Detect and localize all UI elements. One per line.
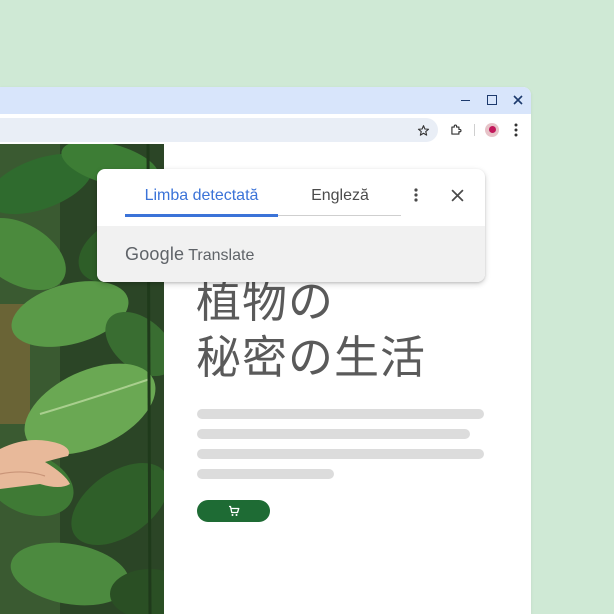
more-vert-icon[interactable] bbox=[407, 186, 425, 204]
minimize-icon[interactable] bbox=[458, 93, 472, 107]
star-glyph bbox=[417, 124, 429, 136]
headline-line-1: 植物の bbox=[196, 275, 335, 328]
headline-line-2: 秘密の生活 bbox=[196, 331, 427, 384]
text-placeholder-line bbox=[197, 429, 470, 439]
active-tab-indicator bbox=[125, 214, 278, 217]
close-glyph bbox=[450, 188, 464, 202]
close-icon[interactable] bbox=[511, 93, 525, 107]
translate-popup: Limba detectată Engleză Google Translate bbox=[97, 169, 485, 282]
extensions-puzzle-icon[interactable] bbox=[447, 121, 465, 139]
shopping-cart-icon bbox=[228, 505, 239, 516]
close-glyph bbox=[513, 95, 523, 105]
kebab-glyph bbox=[414, 188, 418, 202]
title-bar bbox=[0, 87, 531, 114]
profile-avatar[interactable] bbox=[483, 121, 501, 139]
maximize-icon[interactable] bbox=[485, 93, 499, 107]
star-icon[interactable] bbox=[414, 121, 432, 139]
puzzle-glyph bbox=[451, 124, 462, 135]
brand-google: Google bbox=[125, 244, 185, 264]
browser-window: 植物の 秘密の生活 bbox=[0, 87, 531, 614]
text-placeholder-line bbox=[197, 469, 334, 479]
browser-toolbar bbox=[0, 114, 531, 146]
kebab-glyph bbox=[514, 123, 518, 137]
translate-footer: Google Translate bbox=[97, 226, 485, 282]
brand-translate: Translate bbox=[188, 247, 255, 264]
address-bar[interactable] bbox=[0, 118, 438, 142]
avatar bbox=[485, 123, 499, 137]
text-placeholder-line bbox=[197, 409, 484, 419]
google-translate-brand: Google Translate bbox=[125, 244, 254, 264]
tab-detected-language[interactable]: Limba detectată bbox=[125, 186, 278, 206]
tab-english[interactable]: Engleză bbox=[279, 186, 401, 206]
page-headline: 植物の 秘密の生活 bbox=[196, 274, 496, 386]
more-vert-icon[interactable] bbox=[507, 121, 525, 139]
text-placeholder-line bbox=[197, 449, 484, 459]
add-to-cart-button[interactable] bbox=[197, 500, 270, 522]
close-icon[interactable] bbox=[448, 186, 466, 204]
toolbar-separator bbox=[474, 124, 475, 136]
